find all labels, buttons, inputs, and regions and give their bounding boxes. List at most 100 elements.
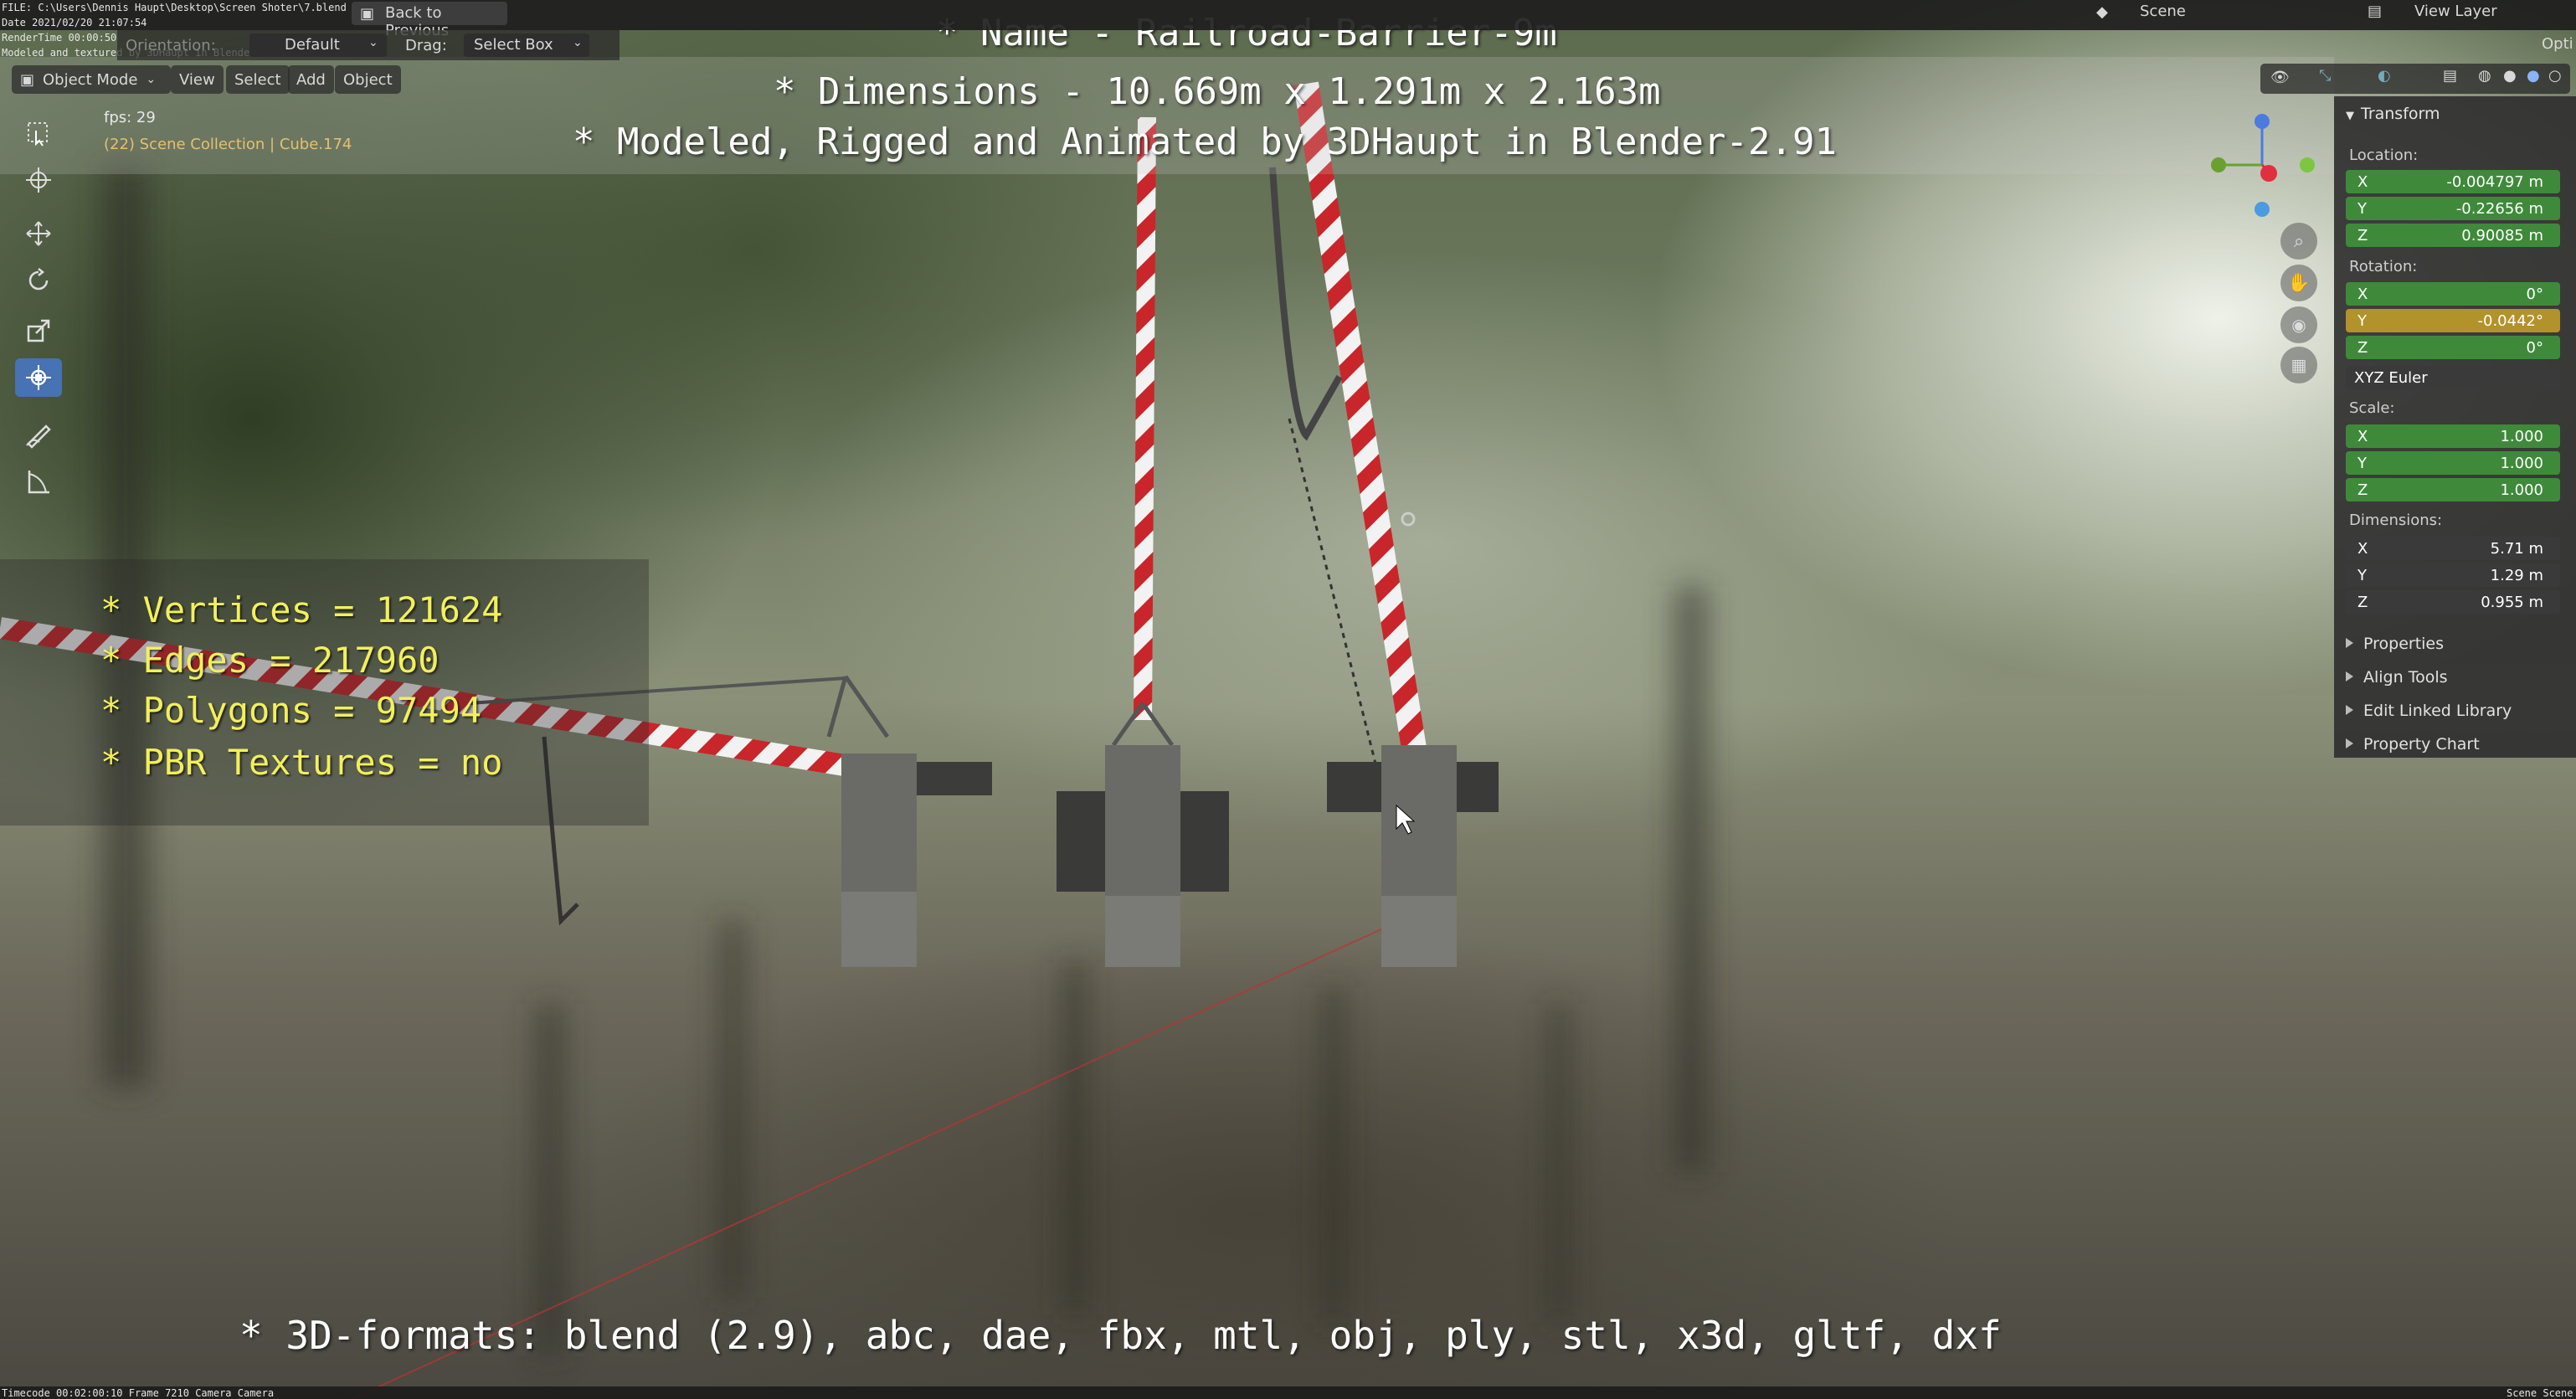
field-value: -0.22656 m (2455, 200, 2543, 218)
expand-triangle-icon (2346, 738, 2353, 748)
gizmo-y-axis-icon (2211, 157, 2226, 172)
location-x-field[interactable]: X -0.004797 m (2346, 170, 2560, 193)
chevron-down-icon: ⌄ (146, 73, 157, 86)
axis-label: X (2357, 285, 2368, 303)
model-credit: * Modeled, Rigged and Animated by 3DHaup… (573, 121, 1837, 163)
dimension-y-field[interactable]: Y 1.29 m (2346, 563, 2560, 587)
camera-view-button[interactable]: ◉ (2280, 306, 2317, 343)
scene-selector[interactable]: ◆ Scene (2093, 0, 2311, 25)
annotate-tool-button[interactable] (15, 415, 62, 454)
perspective-toggle-button[interactable]: ▦ (2280, 347, 2317, 383)
view-menu[interactable]: View (171, 65, 224, 94)
field-value: 5.71 m (2490, 540, 2543, 558)
cursor-icon (26, 167, 51, 193)
chevron-down-icon: ⌄ (368, 36, 378, 49)
transform-tool-button[interactable] (15, 358, 62, 397)
properties-section[interactable]: Properties (2346, 635, 2444, 653)
rotation-y-field[interactable]: Y -0.0442° (2346, 309, 2560, 332)
rotate-icon (28, 268, 49, 291)
expand-triangle-icon (2346, 671, 2353, 681)
add-menu[interactable]: Add (288, 65, 334, 94)
wireframe-shading-icon[interactable]: ◍ (2478, 67, 2491, 85)
move-icon (26, 221, 51, 246)
select-box-icon (28, 122, 48, 147)
scene-collection-info: (22) Scene Collection | Cube.174 (104, 136, 352, 153)
section-label: Property Chart (2363, 735, 2480, 754)
viewport-shading-bar: 👁 ⤡ ◐ ▤ ◍ ● ● ○ (2260, 64, 2570, 94)
object-mode-dropdown[interactable]: ▣ Object Mode ⌄ (12, 65, 171, 94)
cursor-tool-button[interactable] (15, 161, 62, 199)
dimension-z-field[interactable]: Z 0.955 m (2346, 590, 2560, 614)
options-menu[interactable]: Opti (2542, 35, 2573, 53)
rotation-x-field[interactable]: X 0° (2346, 282, 2560, 306)
field-value: 1.000 (2500, 455, 2543, 472)
file-info-line-2: Date 2021/02/20 21:07:54 (2, 17, 147, 28)
rendered-shading-icon[interactable]: ○ (2548, 67, 2562, 85)
camera-icon: ◉ (2291, 315, 2306, 335)
orientation-value: Default (285, 36, 340, 54)
pan-view-button[interactable]: ✋ (2280, 265, 2317, 301)
gizmo-x-axis-icon (2260, 165, 2277, 182)
zoom-view-button[interactable]: ⌕ (2280, 223, 2317, 260)
scale-label: Scale: (2349, 399, 2395, 417)
rotation-mode-dropdown[interactable]: XYZ Euler (2346, 366, 2560, 389)
timecode-info: Timecode 00:02:00:10 Frame 7210 Camera C… (2, 1387, 275, 1399)
rotation-z-field[interactable]: Z 0° (2346, 336, 2560, 359)
edit-linked-library-section[interactable]: Edit Linked Library (2346, 702, 2512, 720)
dimensions-label: Dimensions: (2349, 512, 2443, 529)
select-menu[interactable]: Select (226, 65, 290, 94)
hand-icon: ✋ (2287, 272, 2311, 294)
object-mode-icon: ▣ (20, 70, 35, 89)
move-tool-button[interactable] (15, 214, 62, 253)
measure-icon (28, 471, 49, 494)
material-shading-icon[interactable]: ● (2527, 67, 2540, 85)
scale-x-field[interactable]: X 1.000 (2346, 424, 2560, 448)
scale-tool-button[interactable] (15, 311, 62, 350)
field-value: 1.000 (2500, 428, 2543, 445)
scale-y-field[interactable]: Y 1.000 (2346, 451, 2560, 475)
align-tools-section[interactable]: Align Tools (2346, 668, 2448, 687)
navigation-gizmo[interactable] (2202, 105, 2319, 230)
grid-icon: ▦ (2291, 355, 2307, 375)
back-to-previous-button[interactable]: ▣ Back to Previous (352, 2, 507, 39)
drag-dropdown[interactable]: Select Box ⌄ (464, 33, 589, 57)
location-y-field[interactable]: Y -0.22656 m (2346, 197, 2560, 220)
3d-viewport[interactable]: * Name - Railroad-Barrier-9m * Dimension… (0, 0, 2576, 1399)
axis-label: Z (2357, 594, 2368, 611)
location-label: Location: (2349, 147, 2419, 164)
transform-header[interactable]: ▼ Transform (2346, 105, 2440, 123)
select-tool-button[interactable] (15, 114, 62, 152)
drag-label: Drag: (405, 37, 447, 54)
scale-z-field[interactable]: Z 1.000 (2346, 478, 2560, 501)
view-layer-selector[interactable]: ▤ View Layer (2364, 0, 2557, 25)
xray-icon[interactable]: ▤ (2443, 67, 2457, 85)
expand-triangle-icon (2346, 705, 2353, 715)
rotate-tool-button[interactable] (15, 261, 62, 300)
fps-readout: fps: 29 (104, 109, 156, 126)
field-value: 0° (2526, 339, 2543, 357)
dimension-x-field[interactable]: X 5.71 m (2346, 537, 2560, 560)
measure-tool-button[interactable] (15, 462, 62, 501)
scene-name: Scene (2140, 3, 2186, 20)
property-chart-section[interactable]: Property Chart (2346, 735, 2480, 754)
view-layer-name: View Layer (2414, 3, 2497, 20)
field-value: 1.000 (2500, 481, 2543, 499)
field-value: 1.29 m (2490, 567, 2543, 584)
expand-triangle-icon (2346, 638, 2353, 648)
section-label: Align Tools (2363, 668, 2448, 687)
axis-label: Y (2357, 200, 2367, 218)
stat-edges: * Edges = 217960 (100, 640, 440, 681)
visibility-icon[interactable]: 👁 (2270, 69, 2290, 86)
status-bar (0, 1386, 2576, 1399)
gizmo-toggle-icon[interactable]: ⤡ (2319, 67, 2331, 85)
object-menu[interactable]: Object (335, 65, 401, 94)
location-z-field[interactable]: Z 0.90085 m (2346, 224, 2560, 247)
overlay-toggle-icon[interactable]: ◐ (2378, 67, 2391, 85)
field-value: 0° (2526, 285, 2543, 303)
orientation-dropdown[interactable]: Default ⌄ (249, 33, 387, 57)
solid-shading-icon[interactable]: ● (2503, 67, 2517, 85)
axis-label: Y (2357, 567, 2367, 584)
annotate-icon (26, 424, 51, 449)
stat-pbr-textures: * PBR Textures = no (100, 742, 503, 783)
chevron-down-icon: ⌄ (573, 36, 583, 49)
